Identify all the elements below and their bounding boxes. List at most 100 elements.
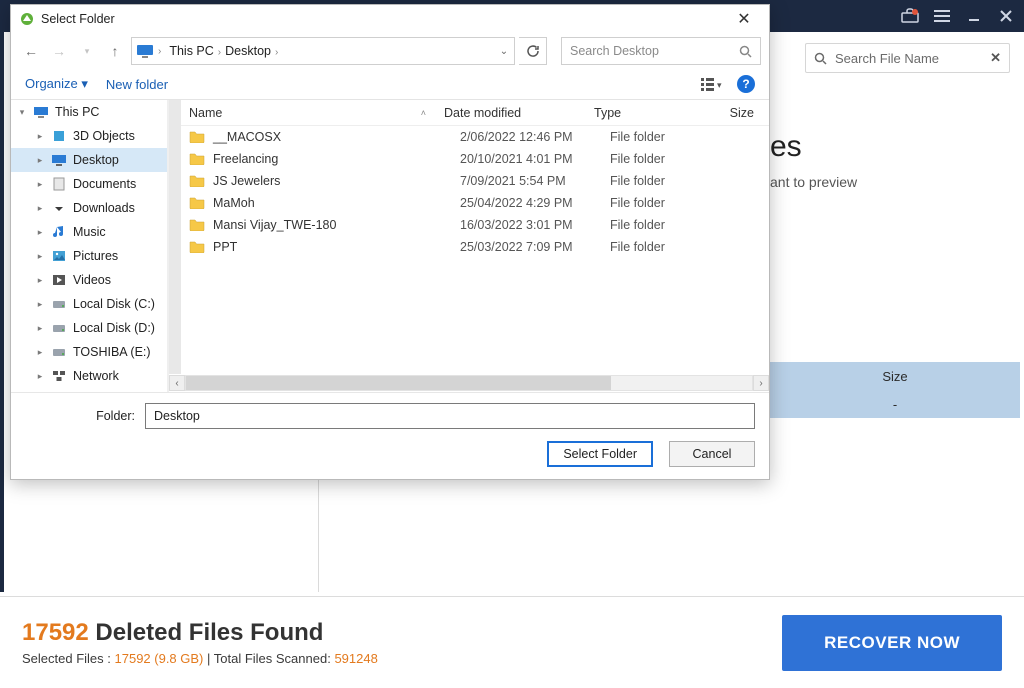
toolbox-icon[interactable]: [898, 4, 922, 28]
column-name[interactable]: Name ˄: [189, 106, 444, 120]
app-search-box[interactable]: Search File Name ✕: [805, 43, 1010, 73]
tree-caret-icon[interactable]: ▸: [35, 155, 45, 166]
folder-icon: [189, 196, 205, 210]
disk-icon: [51, 298, 67, 310]
file-name: Freelancing: [213, 152, 460, 166]
tree-item-local-disk-d-[interactable]: ▸Local Disk (D:): [11, 316, 167, 340]
help-icon[interactable]: ?: [737, 75, 755, 93]
file-type: File folder: [610, 196, 720, 210]
select-folder-dialog: Select Folder ✕ ← → ▾ ↑ › This PC › Deskto…: [10, 4, 770, 480]
scroll-thumb[interactable]: [186, 376, 611, 390]
file-name: MaMoh: [213, 196, 460, 210]
app-search-placeholder: Search File Name: [835, 51, 939, 66]
crumb-sep-icon: ›: [158, 46, 161, 57]
dialog-close-icon[interactable]: ✕: [727, 9, 761, 29]
clear-search-icon[interactable]: ✕: [990, 50, 1001, 66]
address-bar[interactable]: › This PC›Desktop› ⌄: [131, 37, 515, 65]
file-row[interactable]: PPT25/03/2022 7:09 PMFile folder: [189, 236, 769, 258]
refresh-icon[interactable]: [519, 37, 547, 65]
dialog-search-box[interactable]: Search Desktop: [561, 37, 761, 65]
sort-indicator-icon: ˄: [421, 108, 426, 118]
file-date: 25/04/2022 4:29 PM: [460, 196, 610, 210]
desktop-icon: [51, 154, 67, 166]
size-column-header: Size -: [770, 362, 1020, 418]
nav-recent-icon[interactable]: ▾: [75, 39, 99, 63]
dialog-toolbar: Organize ▾ New folder ▾ ?: [11, 69, 769, 99]
tree-item-downloads[interactable]: ▸Downloads: [11, 196, 167, 220]
cancel-button[interactable]: Cancel: [669, 441, 755, 467]
tree-caret-icon[interactable]: ▸: [35, 203, 45, 214]
dialog-title: Select Folder: [41, 12, 115, 26]
tree-item-3d-objects[interactable]: ▸3D Objects: [11, 124, 167, 148]
file-type: File folder: [610, 240, 720, 254]
3d-icon: [51, 129, 67, 143]
tree-caret-icon[interactable]: ▸: [35, 251, 45, 262]
deleted-count: 17592: [22, 619, 89, 646]
view-options-icon[interactable]: ▾: [701, 77, 723, 91]
organize-menu[interactable]: Organize ▾: [25, 76, 88, 92]
tree-item-label: Network: [73, 369, 119, 383]
app-close-icon[interactable]: [994, 4, 1018, 28]
file-list-pane: Name ˄ Date modified Type Size __MACOSX2…: [169, 100, 769, 392]
videos-icon: [51, 274, 67, 286]
scroll-right-icon[interactable]: ›: [753, 375, 769, 391]
nav-back-icon[interactable]: ←: [19, 39, 43, 63]
tree-item-label: TOSHIBA (E:): [73, 345, 151, 359]
file-date: 7/09/2021 5:54 PM: [460, 174, 610, 188]
column-date[interactable]: Date modified: [444, 106, 594, 120]
footer-headline: 17592 Deleted Files Found: [22, 619, 378, 647]
file-row[interactable]: Mansi Vijay_TWE-18016/03/2022 3:01 PMFil…: [189, 214, 769, 236]
horizontal-scrollbar[interactable]: ‹ ›: [169, 374, 769, 392]
breadcrumb-this-pc[interactable]: This PC: [165, 44, 217, 58]
tree-item-desktop[interactable]: ▸Desktop: [11, 148, 167, 172]
tree-item-music[interactable]: ▸ Music: [11, 220, 167, 244]
minimize-icon[interactable]: [962, 4, 986, 28]
preview-hint-partial: ant to preview: [770, 174, 1014, 190]
tree-item-label: Music: [73, 225, 106, 239]
tree-caret-icon[interactable]: ▸: [35, 371, 45, 382]
tree-item-videos[interactable]: ▸Videos: [11, 268, 167, 292]
folder-input[interactable]: [145, 403, 755, 429]
nav-forward-icon[interactable]: →: [47, 39, 71, 63]
dialog-footer: Folder: Select Folder Cancel: [11, 392, 769, 479]
tree-item-pictures[interactable]: ▸Pictures: [11, 244, 167, 268]
file-list-header: Name ˄ Date modified Type Size: [169, 100, 769, 126]
pane-gutter[interactable]: [169, 100, 181, 374]
tree-caret-icon[interactable]: ▸: [35, 323, 45, 334]
tree-caret-icon[interactable]: ▸: [35, 227, 45, 238]
folder-tree: ▾This PC▸3D Objects▸Desktop▸Documents▸Do…: [11, 100, 169, 392]
downloads-icon: [51, 201, 67, 215]
file-row[interactable]: __MACOSX2/06/2022 12:46 PMFile folder: [189, 126, 769, 148]
column-size[interactable]: Size: [704, 106, 754, 120]
file-row[interactable]: MaMoh25/04/2022 4:29 PMFile folder: [189, 192, 769, 214]
nav-up-icon[interactable]: ↑: [103, 39, 127, 63]
breadcrumb-desktop[interactable]: Desktop: [221, 44, 275, 58]
footer-bar: 17592 Deleted Files Found Selected Files…: [0, 596, 1024, 688]
file-type: File folder: [610, 152, 720, 166]
file-date: 25/03/2022 7:09 PM: [460, 240, 610, 254]
tree-item-documents[interactable]: ▸Documents: [11, 172, 167, 196]
recover-now-button[interactable]: RECOVER NOW: [782, 615, 1002, 671]
dialog-titlebar: Select Folder ✕: [11, 5, 769, 33]
tree-item-toshiba-e-[interactable]: ▸ TOSHIBA (E:): [11, 340, 167, 364]
file-row[interactable]: JS Jewelers7/09/2021 5:54 PMFile folder: [189, 170, 769, 192]
tree-caret-icon[interactable]: ▸: [35, 179, 45, 190]
tree-item-local-disk-c-[interactable]: ▸Local Disk (C:): [11, 292, 167, 316]
scroll-left-icon[interactable]: ‹: [169, 375, 185, 391]
tree-caret-icon[interactable]: ▸: [35, 131, 45, 142]
search-icon: [739, 45, 752, 58]
network-icon: [51, 370, 67, 382]
hamburger-icon[interactable]: [930, 4, 954, 28]
new-folder-button[interactable]: New folder: [106, 77, 168, 92]
select-folder-button[interactable]: Select Folder: [547, 441, 653, 467]
tree-caret-icon[interactable]: ▾: [17, 107, 27, 118]
address-dropdown-icon[interactable]: ⌄: [494, 46, 514, 57]
tree-caret-icon[interactable]: ▸: [35, 347, 45, 358]
tree-item-this-pc[interactable]: ▾This PC: [11, 100, 167, 124]
column-type[interactable]: Type: [594, 106, 704, 120]
docs-icon: [51, 177, 67, 191]
file-row[interactable]: Freelancing20/10/2021 4:01 PMFile folder: [189, 148, 769, 170]
tree-caret-icon[interactable]: ▸: [35, 275, 45, 286]
tree-caret-icon[interactable]: ▸: [35, 299, 45, 310]
tree-item-network[interactable]: ▸ Network: [11, 364, 167, 388]
